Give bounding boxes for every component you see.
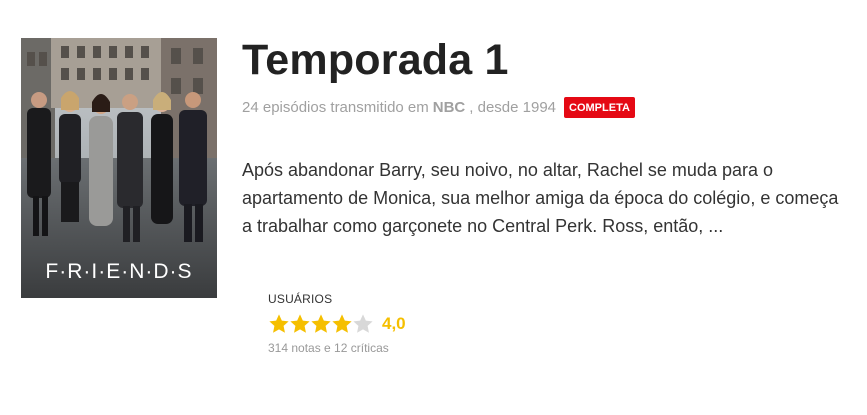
star-icon [311,314,331,333]
season-meta: 24 episódios transmitido em NBC , desde … [242,97,635,118]
user-rating: USUÁRIOS 4,0 314 notas e 12 críticas [268,292,406,355]
star-icon [290,314,310,333]
status-badge: COMPLETA [564,97,635,118]
season-title: Temporada 1 [242,36,509,84]
episodes-text: 24 episódios transmitido em [242,99,429,116]
rating-counts-link[interactable]: 314 notas e 12 críticas [268,341,406,355]
synopsis: Após abandonar Barry, seu noivo, no alta… [242,160,839,236]
rating-score: 4,0 [382,314,406,333]
star-icon [269,314,289,333]
since-text: , desde 1994 [469,99,557,116]
poster-logo: F·R·I·E·N·D·S [45,260,192,283]
rating-label: USUÁRIOS [268,292,333,306]
network-link[interactable]: NBC [433,99,466,116]
poster-image[interactable]: F·R·I·E·N·D·S [21,38,217,298]
star-icon [332,314,352,333]
star-icon [353,314,373,333]
stars-row: 4,0 [268,313,406,335]
